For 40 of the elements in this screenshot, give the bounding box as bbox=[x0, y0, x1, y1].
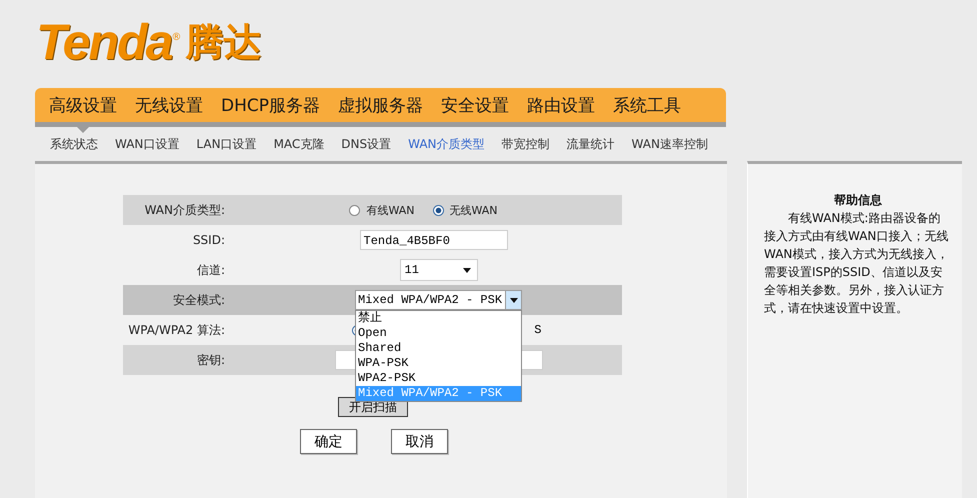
nav-tab[interactable]: 路由设置 bbox=[527, 94, 595, 116]
ssid-field[interactable]: Tenda_4B5BF0 bbox=[360, 230, 508, 250]
form-button[interactable]: 确定 bbox=[300, 429, 357, 454]
dropdown-option[interactable]: WPA-PSK bbox=[356, 356, 521, 371]
field-label: 信道: bbox=[196, 262, 225, 278]
dropdown-option[interactable]: Open bbox=[356, 326, 521, 341]
field-label: WPA/WPA2 算法: bbox=[127, 322, 225, 338]
subnav-tab[interactable]: 带宽控制 bbox=[502, 136, 550, 152]
subnav-tab[interactable]: LAN口设置 bbox=[196, 136, 257, 152]
logo-wordmark: Tenda bbox=[36, 14, 172, 70]
radio-button[interactable]: 有线WAN bbox=[349, 202, 414, 218]
nav-tab[interactable]: 系统工具 bbox=[613, 94, 681, 116]
logo-name: 腾达 bbox=[185, 19, 262, 66]
dropdown-option[interactable]: 禁止 bbox=[356, 311, 521, 326]
subnav-tab[interactable]: WAN口设置 bbox=[115, 136, 180, 152]
form-button[interactable]: 取消 bbox=[391, 429, 448, 454]
help-text: 有线WAN模式:路由器设备的接入方式由有线WAN口接入；无线WAN模式，接入方式为无线接入，需要设置ISP的SSID、信道以及安全等相关参数。另外，接入认证方式，请在快速设置中设置。 bbox=[764, 210, 950, 317]
registered-mark: ® bbox=[171, 32, 182, 43]
radio-label: S bbox=[534, 323, 542, 337]
field-label: 密钥: bbox=[196, 352, 225, 368]
nav-tab[interactable]: DHCP服务器 bbox=[221, 94, 320, 116]
subnav-tab[interactable]: 流量统计 bbox=[566, 136, 615, 152]
dropdown-option[interactable]: WPA2-PSK bbox=[356, 371, 521, 386]
subnav-tab[interactable]: WAN速率控制 bbox=[632, 136, 708, 152]
nav-tab[interactable]: 虚拟服务器 bbox=[338, 94, 423, 116]
field-label: WAN介质类型: bbox=[144, 202, 225, 218]
subnav-tab[interactable]: MAC克隆 bbox=[274, 136, 324, 152]
nav-tab[interactable]: 无线设置 bbox=[135, 94, 203, 116]
subnav-tab[interactable]: 系统状态 bbox=[50, 136, 98, 152]
channel-select[interactable]: 11 bbox=[400, 259, 478, 281]
subnav-tab[interactable]: WAN介质类型 bbox=[408, 136, 485, 152]
field-label: SSID: bbox=[192, 233, 225, 247]
field-label: 安全模式: bbox=[172, 292, 225, 308]
help-title: 帮助信息 bbox=[833, 192, 883, 209]
nav-tab[interactable]: 高级设置 bbox=[49, 94, 117, 116]
subnav-tab[interactable]: DNS设置 bbox=[341, 136, 392, 152]
radio-button[interactable]: 无线WAN bbox=[432, 202, 498, 218]
nav-tab[interactable]: 安全设置 bbox=[441, 94, 509, 116]
security-mode-select[interactable]: Mixed WPA/WPA2 - PSK bbox=[355, 290, 522, 310]
dropdown-option[interactable]: Shared bbox=[356, 341, 521, 356]
